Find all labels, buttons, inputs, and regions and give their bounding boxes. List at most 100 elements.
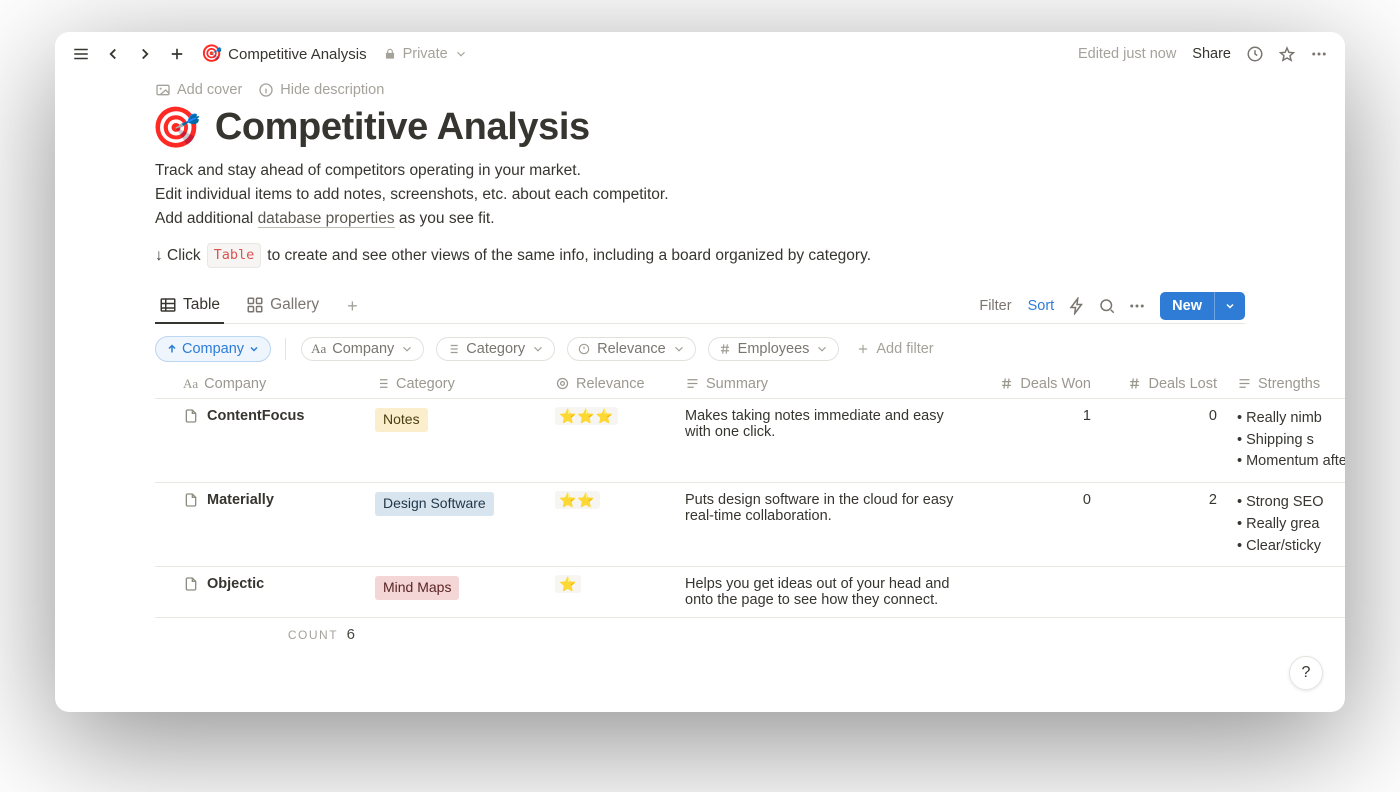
table-row[interactable]: ContentFocus Notes ⭐⭐⭐ Makes taking notes i… — [155, 398, 1345, 482]
new-button[interactable]: New — [1160, 292, 1245, 320]
history-icon[interactable] — [1243, 42, 1267, 66]
database-properties-link[interactable]: database properties — [258, 210, 395, 228]
edited-label: Edited just now — [1074, 46, 1180, 62]
company-cell[interactable]: Materially — [183, 492, 355, 508]
desc-click-hint: ↓ Click Table to create and see other vi… — [155, 243, 1245, 268]
privacy-label: Private — [403, 46, 448, 62]
table-row[interactable]: ObjecticMind Maps⭐Helps you get ideas ou… — [155, 567, 1345, 618]
menu-icon[interactable] — [69, 42, 93, 66]
target-icon — [577, 342, 591, 356]
col-header-relevance[interactable]: Relevance — [545, 370, 675, 399]
more-icon[interactable] — [1307, 42, 1331, 66]
hide-description-button[interactable]: Hide description — [258, 82, 384, 98]
relevance-stars: ⭐⭐⭐ — [555, 407, 618, 425]
col-header-deals-won[interactable]: Deals Won — [975, 370, 1101, 399]
col-header-strengths[interactable]: Strengths — [1227, 370, 1345, 399]
table-code-pill: Table — [207, 243, 262, 268]
tab-gallery[interactable]: Gallery — [242, 290, 323, 322]
col-header-category[interactable]: Category — [365, 370, 545, 399]
filter-chip-company[interactable]: Aa Company — [300, 336, 425, 362]
hash-icon — [718, 342, 732, 356]
list-icon — [375, 376, 390, 391]
new-button-chevron[interactable] — [1214, 292, 1245, 320]
col-header-company[interactable]: AaCompany — [155, 370, 365, 399]
page-icon — [183, 408, 199, 424]
filter-chip-employees[interactable]: Employees — [707, 336, 841, 362]
category-tag: Design Software — [375, 492, 494, 516]
plus-icon — [856, 342, 870, 356]
deals-won-cell — [975, 567, 1101, 618]
table-row[interactable]: MateriallyDesign Software⭐⭐Puts design s… — [155, 483, 1345, 567]
views-row: Table Gallery + Filter Sort — [155, 290, 1245, 324]
deals-lost-cell — [1101, 567, 1227, 618]
privacy-button[interactable]: Private — [383, 46, 468, 62]
summary-cell: Makes taking notes immediate and easy wi… — [675, 398, 975, 482]
chevron-down-icon — [400, 342, 414, 356]
table-header-row: AaCompany Category Relevance Summary Dea… — [155, 370, 1345, 399]
filter-chip-relevance[interactable]: Relevance — [566, 336, 697, 362]
help-button[interactable]: ? — [1289, 656, 1323, 690]
image-icon — [155, 82, 171, 98]
search-icon[interactable] — [1092, 297, 1122, 315]
category-tag: Notes — [375, 408, 428, 432]
tab-table[interactable]: Table — [155, 290, 224, 324]
target-icon — [555, 376, 570, 391]
view-more-icon[interactable] — [1122, 297, 1152, 315]
share-button[interactable]: Share — [1188, 46, 1235, 62]
col-header-deals-lost[interactable]: Deals Lost — [1101, 370, 1227, 399]
strengths-cell: • Strong SEO• Really grea• Clear/sticky — [1227, 483, 1345, 567]
info-icon — [258, 82, 274, 98]
breadcrumb[interactable]: 🎯 Competitive Analysis — [201, 44, 367, 64]
page-icon — [183, 492, 199, 508]
favorite-icon[interactable] — [1275, 42, 1299, 66]
page-description[interactable]: Track and stay ahead of competitors oper… — [155, 159, 1245, 268]
hash-icon — [999, 376, 1014, 391]
tab-table-label: Table — [183, 296, 220, 314]
bolt-icon[interactable] — [1062, 297, 1092, 315]
sort-pill-company[interactable]: Company — [155, 336, 271, 362]
arrow-up-icon — [166, 343, 178, 355]
page-title[interactable]: Competitive Analysis — [215, 106, 590, 149]
company-name: ContentFocus — [207, 408, 304, 424]
company-name: Materially — [207, 492, 274, 508]
add-filter-label: Add filter — [876, 341, 933, 357]
desc-line-3: Add additional database properties as yo… — [155, 207, 1245, 231]
add-cover-button[interactable]: Add cover — [155, 82, 242, 98]
desc-line-2: Edit individual items to add notes, scre… — [155, 183, 1245, 207]
nav-back-icon[interactable] — [101, 42, 125, 66]
add-filter-button[interactable]: Add filter — [856, 341, 933, 357]
list-icon — [446, 342, 460, 356]
count-label: count — [288, 628, 338, 642]
company-cell[interactable]: ContentFocus — [183, 408, 355, 424]
add-cover-label: Add cover — [177, 82, 242, 98]
desc-line-1: Track and stay ahead of competitors oper… — [155, 159, 1245, 183]
company-name: Objectic — [207, 576, 264, 592]
col-header-summary[interactable]: Summary — [675, 370, 975, 399]
nav-forward-icon[interactable] — [133, 42, 157, 66]
add-view-button[interactable]: + — [341, 296, 364, 317]
sort-button[interactable]: Sort — [1020, 298, 1063, 314]
deals-lost-cell: 0 — [1101, 398, 1227, 482]
company-cell[interactable]: Objectic — [183, 576, 355, 592]
count-value: 6 — [347, 626, 355, 643]
cover-actions: Add cover Hide description — [155, 76, 1245, 104]
page-emoji[interactable]: 🎯 — [151, 104, 201, 151]
filter-chip-category[interactable]: Category — [435, 336, 556, 362]
lock-icon — [383, 47, 397, 61]
hash-icon — [1127, 376, 1142, 391]
chevron-down-icon — [531, 342, 545, 356]
table-count-row: count 6 — [155, 618, 1345, 653]
page-title-row: 🎯 Competitive Analysis — [155, 104, 1245, 151]
filters-row: Company Aa Company Category Relevance — [155, 324, 1245, 370]
new-page-icon[interactable] — [165, 42, 189, 66]
app-window: 🎯 Competitive Analysis Private Edited ju… — [55, 32, 1345, 712]
topbar: 🎯 Competitive Analysis Private Edited ju… — [55, 32, 1345, 76]
divider — [285, 338, 286, 360]
text-icon — [1237, 376, 1252, 391]
deals-lost-cell: 2 — [1101, 483, 1227, 567]
text-icon — [685, 376, 700, 391]
chevron-down-icon — [248, 343, 260, 355]
sort-pill-label: Company — [182, 341, 244, 357]
filter-button[interactable]: Filter — [971, 298, 1019, 314]
deals-won-cell: 1 — [975, 398, 1101, 482]
